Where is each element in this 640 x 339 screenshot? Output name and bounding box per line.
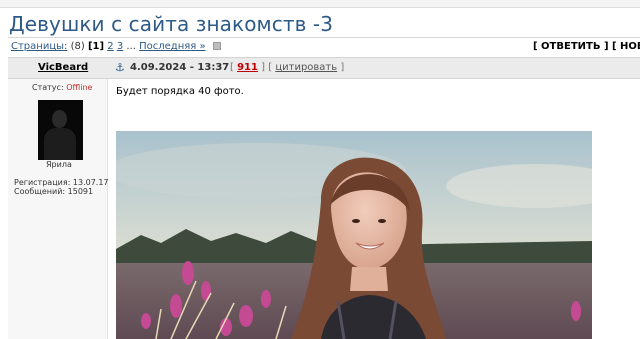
pages-ellipsis: ... bbox=[126, 41, 136, 52]
thread-title: Девушки с сайта знакомств -3 bbox=[9, 12, 334, 36]
page-jump-icon[interactable] bbox=[212, 42, 221, 50]
user-rank: Ярила bbox=[46, 160, 72, 169]
new-topic-button[interactable]: [ НОВА bbox=[612, 41, 640, 52]
post-text: Будет порядка 40 фото. bbox=[116, 86, 244, 97]
post-author[interactable]: VicBeard bbox=[38, 62, 88, 73]
pages-total: (8) bbox=[70, 41, 85, 52]
status-line: Статус: Offline bbox=[32, 83, 92, 92]
message-count: Сообщений: 15091 bbox=[14, 187, 94, 196]
user-meta: Регистрация: 13.07.17 Сообщений: 15091 bbox=[14, 178, 109, 196]
post-date: 4.09.2024 - 13:37 bbox=[130, 62, 230, 73]
reply-button[interactable]: [ ОТВЕТИТЬ ] bbox=[533, 41, 609, 52]
thread-actions: [ ОТВЕТИТЬ ] [ НОВА bbox=[533, 41, 640, 52]
status-label: Статус: bbox=[32, 83, 64, 92]
registration-date: Регистрация: 13.07.17 bbox=[14, 178, 109, 187]
avatar[interactable] bbox=[38, 100, 83, 160]
current-page: [1] bbox=[87, 41, 105, 52]
status-offline: Offline bbox=[66, 83, 93, 92]
author-profile: Статус: Offline Ярила Регистрация: 13.07… bbox=[8, 79, 109, 339]
top-bar bbox=[0, 0, 640, 8]
anchor-icon[interactable]: ⚓ bbox=[115, 61, 125, 74]
photo-illustration bbox=[116, 131, 592, 339]
page-link-3[interactable]: 3 bbox=[117, 41, 123, 52]
last-page-link[interactable]: Последняя » bbox=[139, 41, 205, 52]
post-photo[interactable] bbox=[116, 131, 592, 339]
post-number-link[interactable]: 911 bbox=[237, 62, 258, 73]
pagination-row: Страницы: (8) [1] 2 3 ... Последняя » [ … bbox=[8, 37, 640, 55]
pages-label[interactable]: Страницы: bbox=[11, 41, 67, 52]
pagination: Страницы: (8) [1] 2 3 ... Последняя » bbox=[11, 41, 221, 52]
post-header: VicBeard ⚓ 4.09.2024 - 13:37 [ 911 ] [ ц… bbox=[8, 57, 640, 79]
post-links: [ 911 ] [ цитировать ] bbox=[230, 62, 345, 73]
page-link-2[interactable]: 2 bbox=[107, 41, 113, 52]
quote-link[interactable]: цитировать bbox=[275, 62, 337, 73]
